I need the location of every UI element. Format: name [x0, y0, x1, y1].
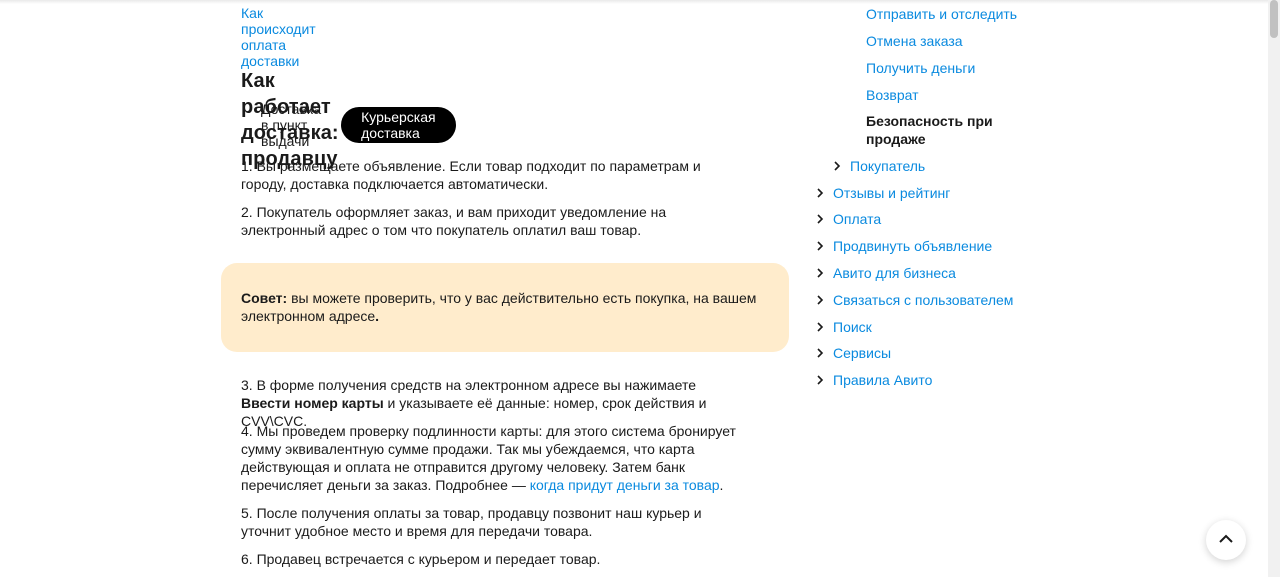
- delivery-tabs: Доставка в пункт выдачи Курьерская доста…: [241, 101, 456, 149]
- chevron-right-icon: [816, 291, 828, 309]
- sidebar-item-label: Покупатель: [850, 158, 926, 174]
- chevron-right-icon: [816, 237, 828, 255]
- tip-body: вы можете проверить, что у вас действите…: [241, 290, 757, 324]
- sidebar-item-search[interactable]: Поиск: [816, 318, 872, 336]
- sidebar-item-buyer[interactable]: Покупатель: [833, 157, 925, 175]
- tip-label: Совет:: [241, 290, 288, 306]
- chevron-right-icon: [816, 264, 828, 282]
- sidebar-item-promote[interactable]: Продвинуть объявление: [816, 237, 992, 255]
- scrollbar-thumb[interactable]: [1270, 0, 1278, 38]
- step-3-bold: Ввести номер карты: [241, 395, 384, 411]
- sidebar-item-label: Авито для бизнеса: [833, 265, 956, 281]
- step-2-text: 2. Покупатель оформляет заказ, и вам при…: [241, 204, 667, 238]
- sidebar-item-return[interactable]: Возврат: [866, 86, 919, 104]
- payment-delivery-link[interactable]: Как происходит оплата доставки: [241, 5, 316, 69]
- step-6-text: 6. Продавец встречается с курьером и пер…: [241, 551, 601, 567]
- sidebar-item-label: Оплата: [833, 211, 882, 227]
- sidebar-item-business[interactable]: Авито для бизнеса: [816, 264, 956, 282]
- sidebar-item-sale-safety[interactable]: Безопасность при продаже: [866, 112, 1016, 148]
- sidebar-item-send-track[interactable]: Отправить и отследить: [866, 5, 1017, 23]
- sidebar-item-services[interactable]: Сервисы: [816, 344, 891, 362]
- sidebar-item-rules[interactable]: Правила Авито: [816, 371, 932, 389]
- chevron-up-icon: [1218, 531, 1234, 549]
- tab-courier-delivery[interactable]: Курьерская доставка: [341, 107, 456, 143]
- sidebar-item-contact-user[interactable]: Связаться с пользователем: [816, 291, 1013, 309]
- sidebar-item-get-money[interactable]: Получить деньги: [866, 59, 975, 77]
- step-1-text: 1. Вы размещаете объявление. Если товар …: [241, 158, 701, 192]
- sidebar-item-label: Правила Авито: [833, 372, 933, 388]
- sidebar-item-payment[interactable]: Оплата: [816, 210, 881, 228]
- tip-box: Совет: вы можете проверить, что у вас де…: [221, 263, 789, 352]
- chevron-right-icon: [833, 157, 845, 175]
- sidebar-item-label: Отзывы и рейтинг: [833, 185, 951, 201]
- chevron-right-icon: [816, 318, 828, 336]
- step-3-before: 3. В форме получения средств на электрон…: [241, 377, 696, 393]
- sidebar-item-reviews[interactable]: Отзывы и рейтинг: [816, 184, 950, 202]
- scroll-to-top-button[interactable]: [1206, 520, 1246, 560]
- sidebar-item-label: Сервисы: [833, 345, 892, 361]
- step-4-text: 4. Мы проведем проверку подлинности карт…: [241, 422, 741, 494]
- sidebar-item-label: Связаться с пользователем: [833, 292, 1014, 308]
- chevron-right-icon: [816, 184, 828, 202]
- sidebar-item-label: Поиск: [833, 319, 872, 335]
- step-5-text: 5. После получения оплаты за товар, прод…: [241, 505, 702, 539]
- chevron-right-icon: [816, 210, 828, 228]
- chevron-right-icon: [816, 371, 828, 389]
- scrollbar[interactable]: [1268, 0, 1280, 577]
- top-shadow: [0, 0, 1268, 4]
- tip-end: .: [375, 308, 380, 324]
- money-timing-link[interactable]: когда придут деньги за товар: [530, 477, 720, 493]
- chevron-right-icon: [816, 344, 828, 362]
- sidebar-item-label: Продвинуть объявление: [833, 238, 993, 254]
- tip-text: Совет: вы можете проверить, что у вас де…: [241, 289, 761, 325]
- tab-pickup-point[interactable]: Доставка в пункт выдачи: [241, 101, 341, 149]
- step-4-end: .: [719, 477, 724, 493]
- sidebar-item-cancel-order[interactable]: Отмена заказа: [866, 32, 963, 50]
